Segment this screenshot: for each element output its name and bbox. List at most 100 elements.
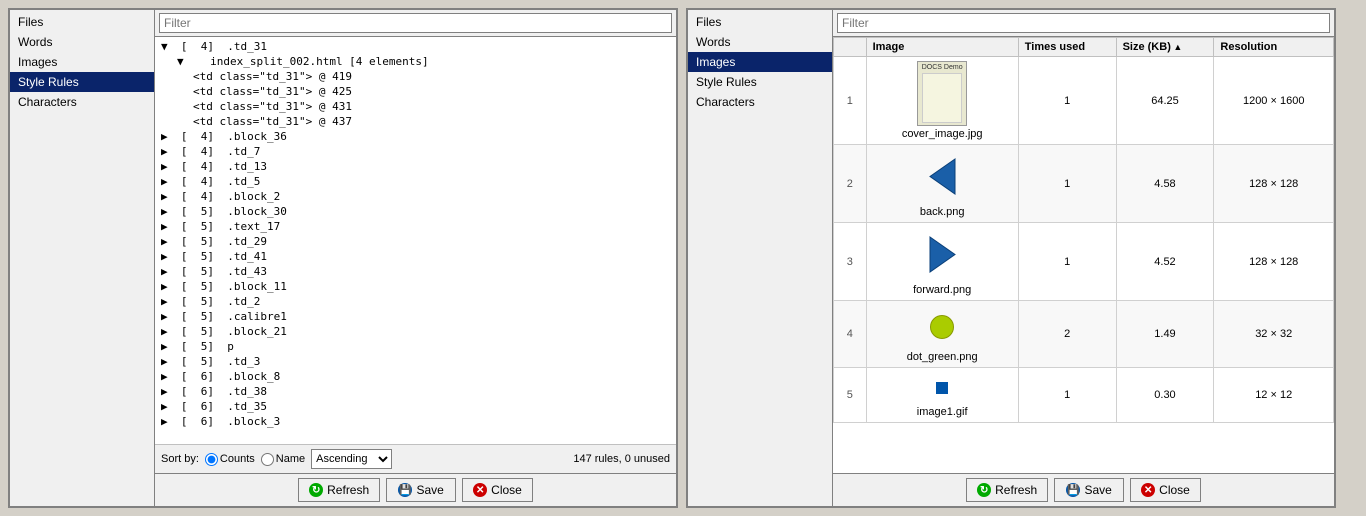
sidebar-item-words-right[interactable]: Words	[688, 32, 832, 52]
sort-counts-radio[interactable]	[205, 453, 218, 466]
right-save-button[interactable]: 💾 Save	[1054, 478, 1124, 502]
save-icon: 💾	[398, 483, 412, 497]
image-cell: forward.png	[866, 223, 1018, 301]
resolution: 32 × 32	[1214, 301, 1334, 368]
sort-bar: Sort by: Counts Name Ascending Descendin…	[155, 444, 676, 473]
size-kb: 4.52	[1116, 223, 1214, 301]
right-filter-bar	[833, 10, 1334, 37]
left-close-button[interactable]: ✕ Close	[462, 478, 533, 502]
tree-item[interactable]: ▶ [ 5] .calibre1	[157, 309, 674, 324]
left-save-button[interactable]: 💾 Save	[386, 478, 456, 502]
tree-item[interactable]: ▶ [ 5] .td_2	[157, 294, 674, 309]
tree-item[interactable]: ▶ [ 5] .text_17	[157, 219, 674, 234]
images-table-container[interactable]: Image Times used Size (KB) Resolution 1	[833, 37, 1334, 473]
image-name: cover_image.jpg	[902, 128, 983, 140]
times-used: 1	[1018, 57, 1116, 145]
size-kb: 0.30	[1116, 368, 1214, 423]
thumb-img	[936, 372, 948, 404]
table-row[interactable]: 1 DOCS Demo cover_image.j	[834, 57, 1334, 145]
sidebar-item-files-right[interactable]: Files	[688, 12, 832, 32]
left-filter-bar	[155, 10, 676, 37]
sidebar-item-stylerules-right[interactable]: Style Rules	[688, 72, 832, 92]
thumb-img: DOCS Demo	[917, 61, 967, 126]
resolution: 12 × 12	[1214, 368, 1334, 423]
tree-item[interactable]: ▶ [ 5] .td_29	[157, 234, 674, 249]
sort-name-radio[interactable]	[261, 453, 274, 466]
thumb-img	[915, 149, 970, 204]
tree-item[interactable]: ▶ [ 5] .td_41	[157, 249, 674, 264]
right-panel: Files Words Images Style Rules Character…	[686, 8, 1336, 508]
table-row[interactable]: 4 dot_green.png 2 1.49	[834, 301, 1334, 368]
dot-green-img	[930, 315, 954, 339]
left-refresh-button[interactable]: ↻ Refresh	[298, 478, 380, 502]
table-row[interactable]: 5 image1.gif 1 0.30	[834, 368, 1334, 423]
left-tree-container[interactable]: ▼ [ 4] .td_31 ▼ index_split_002.html [4 …	[155, 37, 676, 444]
tree-item[interactable]: ▶ [ 4] .td_13	[157, 159, 674, 174]
sidebar-item-images-right[interactable]: Images	[688, 52, 832, 72]
sort-order-select[interactable]: Ascending Descending	[311, 449, 392, 469]
right-button-bar: ↻ Refresh 💾 Save ✕ Close	[833, 473, 1334, 506]
sidebar-item-characters-left[interactable]: Characters	[10, 92, 154, 112]
resolution: 128 × 128	[1214, 145, 1334, 223]
right-close-button[interactable]: ✕ Close	[1130, 478, 1201, 502]
resolution: 1200 × 1600	[1214, 57, 1334, 145]
sort-counts-label[interactable]: Counts	[205, 453, 255, 466]
times-used: 1	[1018, 223, 1116, 301]
app-window: Files Words Images Style Rules Character…	[0, 0, 1366, 516]
col-image-header[interactable]: Image	[866, 38, 1018, 57]
times-used: 1	[1018, 145, 1116, 223]
tree-item[interactable]: ▶ [ 5] p	[157, 339, 674, 354]
sidebar-item-files-left[interactable]: Files	[10, 12, 154, 32]
left-filter-input[interactable]	[159, 13, 672, 33]
tree-item[interactable]: ▶ [ 5] .block_30	[157, 204, 674, 219]
gif-small-img	[936, 382, 948, 394]
col-sizekb-header[interactable]: Size (KB)	[1116, 38, 1214, 57]
sidebar-item-words-left[interactable]: Words	[10, 32, 154, 52]
tree-item[interactable]: <td class="td_31"> @ 419	[157, 69, 674, 84]
tree-item[interactable]: ▶ [ 5] .block_21	[157, 324, 674, 339]
sidebar-item-stylerules-left[interactable]: Style Rules	[10, 72, 154, 92]
image-name: forward.png	[913, 284, 971, 296]
tree-item[interactable]: ▶ [ 6] .td_35	[157, 399, 674, 414]
tree-item[interactable]: ▶ [ 4] .td_5	[157, 174, 674, 189]
tree-item[interactable]: ▶ [ 5] .td_43	[157, 264, 674, 279]
right-refresh-button[interactable]: ↻ Refresh	[966, 478, 1048, 502]
tree-item[interactable]: ▼ index_split_002.html [4 elements]	[157, 54, 674, 69]
col-timesused-header[interactable]: Times used	[1018, 38, 1116, 57]
tree-item[interactable]: ▶ [ 6] .td_38	[157, 384, 674, 399]
sidebar-item-images-left[interactable]: Images	[10, 52, 154, 72]
times-used: 1	[1018, 368, 1116, 423]
tree-item[interactable]: ▶ [ 6] .block_8	[157, 369, 674, 384]
right-filter-input[interactable]	[837, 13, 1330, 33]
sort-label: Sort by:	[161, 453, 199, 465]
tree-item[interactable]: <td class="td_31"> @ 425	[157, 84, 674, 99]
sort-status: 147 rules, 0 unused	[573, 453, 670, 465]
tree-item[interactable]: ▼ [ 4] .td_31	[157, 39, 674, 54]
row-num: 5	[834, 368, 867, 423]
tree-item[interactable]: ▶ [ 5] .block_11	[157, 279, 674, 294]
tree-item[interactable]: <td class="td_31"> @ 431	[157, 99, 674, 114]
row-num: 3	[834, 223, 867, 301]
sidebar-item-characters-right[interactable]: Characters	[688, 92, 832, 112]
close-icon: ✕	[473, 483, 487, 497]
image-cell: DOCS Demo cover_image.jpg	[866, 57, 1018, 145]
table-row[interactable]: 3 forward.png	[834, 223, 1334, 301]
tree-item[interactable]: ▶ [ 4] .td_7	[157, 144, 674, 159]
left-panel: Files Words Images Style Rules Character…	[8, 8, 678, 508]
tree-item[interactable]: ▶ [ 4] .block_2	[157, 189, 674, 204]
row-num: 2	[834, 145, 867, 223]
refresh-icon: ↻	[309, 483, 323, 497]
image-cell: back.png	[866, 145, 1018, 223]
tree-item[interactable]: ▶ [ 5] .td_3	[157, 354, 674, 369]
tree-item[interactable]: <td class="td_31"> @ 437	[157, 114, 674, 129]
col-resolution-header[interactable]: Resolution	[1214, 38, 1334, 57]
tree-item[interactable]: ▶ [ 4] .block_36	[157, 129, 674, 144]
images-table: Image Times used Size (KB) Resolution 1	[833, 37, 1334, 423]
sort-name-label[interactable]: Name	[261, 453, 305, 466]
tree-item[interactable]: ▶ [ 6] .block_3	[157, 414, 674, 429]
left-main-content: ▼ [ 4] .td_31 ▼ index_split_002.html [4 …	[155, 10, 676, 506]
table-row[interactable]: 2 back.png	[834, 145, 1334, 223]
image-cell: dot_green.png	[866, 301, 1018, 368]
size-kb: 64.25	[1116, 57, 1214, 145]
image-cell: image1.gif	[866, 368, 1018, 423]
